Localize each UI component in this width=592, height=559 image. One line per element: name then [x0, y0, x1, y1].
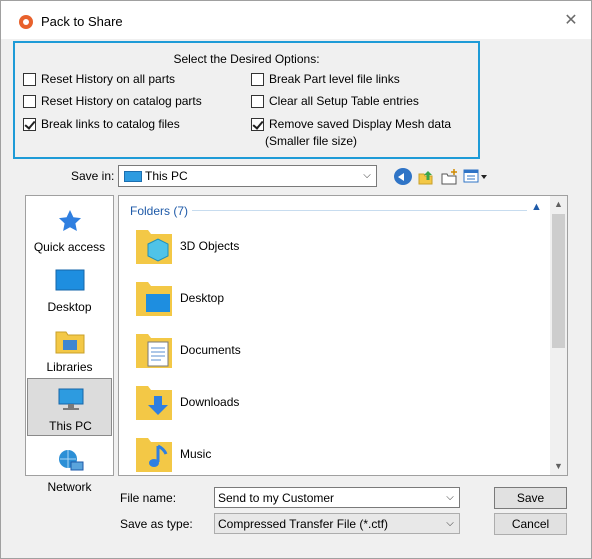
app-logo-icon [19, 15, 33, 29]
options-panel: Select the Desired Options: Reset Histor… [13, 41, 480, 159]
folder-item[interactable]: Downloads [131, 380, 431, 432]
nav-item-label: Desktop [47, 300, 92, 314]
group-divider [192, 210, 527, 211]
save-as-type-dropdown[interactable]: Compressed Transfer File (*.ctf) ⌵ [214, 513, 460, 534]
break-part-links-label: Break Part level file links [269, 72, 400, 86]
documents-folder-icon [136, 334, 172, 368]
folder-item[interactable]: Desktop [131, 276, 431, 328]
clear-setup-table-checkbox[interactable] [251, 94, 264, 108]
remove-display-mesh-checkbox[interactable] [251, 117, 264, 131]
folder-name: Desktop [180, 291, 225, 305]
folder-name: 3D Objects [180, 239, 240, 253]
nav-item-this-pc[interactable]: This PC [27, 378, 112, 436]
view-menu-icon[interactable] [463, 168, 489, 185]
reset-history-all-option[interactable]: Reset History on all parts [23, 71, 175, 87]
break-part-links-checkbox[interactable] [251, 72, 264, 86]
reset-history-all-checkbox[interactable] [23, 72, 36, 86]
nav-item-label: Quick access [33, 240, 106, 254]
nav-item-label: Libraries [46, 360, 93, 374]
scrollbar-thumb[interactable] [552, 214, 565, 348]
file-name-label: File name: [120, 491, 177, 505]
this-pc-icon [58, 388, 84, 410]
star-icon [59, 210, 81, 231]
vertical-scrollbar[interactable]: ▲ ▼ [550, 196, 567, 475]
music-folder-icon [136, 438, 172, 472]
nav-item-desktop[interactable]: Desktop [27, 260, 112, 318]
up-folder-icon[interactable] [417, 168, 435, 185]
nav-item-quick-access[interactable]: Quick access [27, 200, 112, 258]
reset-history-all-label: Reset History on all parts [41, 72, 176, 86]
folder-item[interactable]: 3D Objects [131, 224, 431, 276]
break-catalog-links-option[interactable]: Break links to catalog files [23, 116, 180, 132]
scroll-down-icon[interactable]: ▼ [550, 461, 567, 471]
break-catalog-links-label: Break links to catalog files [41, 117, 180, 131]
save-in-value: This PC [145, 169, 188, 183]
this-pc-small-icon [124, 171, 142, 182]
file-list-pane: Folders (7) ▲ 3D Objects Desktop Documen… [118, 195, 568, 476]
break-part-links-option[interactable]: Break Part level file links [251, 71, 400, 87]
places-bar: Quick access Desktop Libraries This PC N… [25, 195, 114, 494]
clear-setup-table-option[interactable]: Clear all Setup Table entries [251, 93, 419, 109]
cancel-button[interactable]: Cancel [494, 513, 567, 535]
nav-item-label: Network [47, 480, 92, 494]
desktop-folder-icon [136, 282, 172, 316]
downloads-folder-icon [136, 386, 172, 420]
libraries-icon [55, 331, 85, 354]
window-title: Pack to Share [41, 14, 123, 29]
folder-name: Documents [180, 343, 241, 357]
clear-setup-table-label: Clear all Setup Table entries [269, 94, 419, 108]
save-in-label: Save in: [71, 169, 115, 183]
chevron-down-icon[interactable]: ⌵ [441, 488, 459, 507]
title-bar: Pack to Share ✕ [1, 1, 591, 39]
folder-name: Music [180, 447, 212, 461]
save-as-type-label: Save as type: [120, 517, 193, 531]
scroll-up-icon[interactable]: ▲ [550, 199, 567, 209]
new-folder-icon[interactable] [441, 168, 459, 185]
file-name-value: Send to my Customer [218, 491, 335, 505]
save-button[interactable]: Save [494, 487, 567, 509]
chevron-down-icon[interactable]: ⌵ [441, 514, 459, 533]
remove-display-mesh-option[interactable]: Remove saved Display Mesh data [251, 116, 451, 132]
folder-item[interactable]: Music [131, 432, 431, 484]
close-button[interactable]: ✕ [559, 9, 583, 33]
reset-history-catalog-option[interactable]: Reset History on catalog parts [23, 93, 202, 109]
break-catalog-links-checkbox[interactable] [23, 117, 36, 131]
folder-item[interactable]: Documents [131, 328, 431, 380]
reset-history-catalog-label: Reset History on catalog parts [41, 94, 202, 108]
nav-item-libraries[interactable]: Libraries [27, 320, 112, 378]
folders-group-header[interactable]: Folders (7) [130, 204, 188, 218]
chevron-down-icon: ⌵ [363, 170, 371, 181]
file-name-input[interactable]: Send to my Customer ⌵ [214, 487, 460, 508]
folder-name: Downloads [180, 395, 240, 409]
smaller-file-size-note: (Smaller file size) [265, 134, 358, 148]
network-icon [59, 450, 84, 471]
nav-item-network[interactable]: Network [27, 440, 112, 498]
collapse-chevron-icon[interactable]: ▲ [531, 201, 542, 213]
3d-objects-folder-icon [136, 230, 172, 264]
reset-history-catalog-checkbox[interactable] [23, 94, 36, 108]
remove-display-mesh-label: Remove saved Display Mesh data [269, 117, 452, 131]
save-as-type-value: Compressed Transfer File (*.ctf) [218, 517, 389, 531]
pack-to-share-dialog: Pack to Share ✕ Select the Desired Optio… [0, 0, 592, 559]
options-heading: Select the Desired Options: [173, 52, 320, 66]
nav-item-label: This PC [49, 419, 92, 433]
desktop-icon [55, 269, 85, 291]
back-icon[interactable] [394, 168, 412, 185]
save-in-dropdown[interactable]: This PC ⌵ [118, 165, 377, 187]
